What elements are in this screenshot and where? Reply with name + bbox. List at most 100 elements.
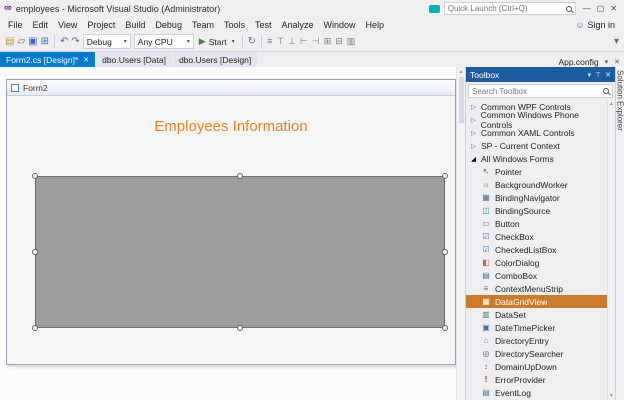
make-same-size-icon[interactable]: ⊞ bbox=[324, 36, 332, 47]
employees-information-label[interactable]: Employees Information bbox=[7, 118, 455, 135]
open-file-icon[interactable]: ▱ bbox=[17, 36, 25, 47]
group-label: All Windows Forms bbox=[481, 153, 554, 164]
minimize-button[interactable]: — bbox=[580, 4, 594, 13]
toolbox-item-label: BindingSource bbox=[495, 205, 551, 216]
save-all-icon[interactable]: ⊞ bbox=[41, 36, 49, 47]
toolbox-item-errorprovider[interactable]: ! ErrorProvider bbox=[466, 373, 607, 386]
save-icon[interactable]: ▣ bbox=[28, 36, 37, 47]
standard-toolbar: ▤ ▱ ▣ ⊞ ↶ ↷ Debug ▾ Any CPU ▾ ▶ Start ▾ … bbox=[0, 32, 624, 52]
toolbox-search-input[interactable] bbox=[472, 86, 603, 96]
active-files-dropdown-icon[interactable]: ▾ bbox=[605, 58, 609, 66]
scrollbar-thumb[interactable] bbox=[458, 77, 464, 123]
search-icon bbox=[565, 5, 572, 12]
form2-designer-window[interactable]: Form2 Employees Information bbox=[6, 79, 456, 365]
menu-view[interactable]: View bbox=[53, 19, 82, 31]
menu-tools[interactable]: Tools bbox=[219, 19, 250, 31]
designer-vertical-scrollbar[interactable]: ▲ bbox=[456, 67, 465, 400]
menu-project[interactable]: Project bbox=[82, 19, 120, 31]
toolbox-vertical-scrollbar[interactable]: ▲ ▼ bbox=[607, 100, 615, 400]
scroll-down-icon[interactable]: ▼ bbox=[609, 393, 614, 399]
toolbox-item-dataset[interactable]: ▥ DataSet bbox=[466, 308, 607, 321]
menu-debug[interactable]: Debug bbox=[150, 19, 187, 31]
new-project-icon[interactable]: ▤ bbox=[5, 36, 14, 47]
align-middles-icon[interactable]: ⊢ bbox=[300, 36, 308, 47]
scroll-up-icon[interactable]: ▲ bbox=[609, 101, 614, 107]
selection-handle[interactable] bbox=[32, 173, 38, 179]
maximize-button[interactable]: ▢ bbox=[594, 4, 608, 13]
tab-form2-design[interactable]: Form2.cs [Design]* ✕ bbox=[0, 52, 96, 67]
start-label: Start bbox=[208, 36, 227, 47]
menu-test[interactable]: Test bbox=[250, 19, 277, 31]
sign-in-button[interactable]: Sign in bbox=[587, 20, 615, 30]
play-icon: ▶ bbox=[198, 36, 206, 46]
size-to-grid-icon[interactable]: ⊟ bbox=[335, 36, 343, 47]
toolbox-group-windows-phone[interactable]: ▷ Common Windows Phone Controls bbox=[466, 110, 607, 130]
menu-analyze[interactable]: Analyze bbox=[277, 19, 319, 31]
tab-dbo-users-data[interactable]: dbo.Users [Data] bbox=[96, 52, 172, 67]
solution-explorer-autohide-tab[interactable]: Solution Explorer bbox=[616, 70, 624, 131]
toolbox-item-eventlog[interactable]: ▤ EventLog bbox=[466, 386, 607, 399]
menu-window[interactable]: Window bbox=[319, 19, 361, 31]
toolbox-item-contextmenustrip[interactable]: ≡ ContextMenuStrip bbox=[466, 282, 607, 295]
toolbox-item-datetimepicker[interactable]: ▣ DateTimePicker bbox=[466, 321, 607, 334]
toolbox-item-button[interactable]: ▭ Button bbox=[466, 217, 607, 230]
feedback-icon[interactable] bbox=[428, 4, 440, 13]
redo-icon[interactable]: ↷ bbox=[71, 36, 79, 47]
selection-handle[interactable] bbox=[442, 173, 448, 179]
toolbox-item-colordialog[interactable]: ◧ ColorDialog bbox=[466, 256, 607, 269]
button-icon: ▭ bbox=[482, 218, 490, 228]
selection-handle[interactable] bbox=[32, 249, 38, 255]
toolbox-item-datagridview[interactable]: ▦ DataGridView bbox=[466, 295, 607, 308]
selection-handle[interactable] bbox=[237, 173, 243, 179]
tab-app-config[interactable]: App.config bbox=[558, 57, 598, 67]
menu-team[interactable]: Team bbox=[187, 19, 219, 31]
align-centers-icon[interactable]: ⊣ bbox=[312, 36, 320, 47]
debug-target-value: Debug bbox=[86, 36, 112, 47]
debug-target-combo[interactable]: Debug ▾ bbox=[82, 34, 131, 49]
toolbox-item-checkbox[interactable]: ☑ CheckBox bbox=[466, 230, 607, 243]
align-bottoms-icon[interactable]: ⊥ bbox=[288, 36, 296, 47]
undo-icon[interactable]: ↶ bbox=[60, 36, 68, 47]
toolbox-group-current-context[interactable]: ▷ SP - Current Context bbox=[466, 139, 607, 152]
vs-logo-icon: ∞ bbox=[4, 2, 12, 14]
close-icon[interactable]: ✕ bbox=[614, 58, 620, 66]
selection-handle[interactable] bbox=[442, 325, 448, 331]
selection-handle[interactable] bbox=[442, 249, 448, 255]
tab-dbo-users-design[interactable]: dbo.Users [Design] bbox=[172, 52, 258, 67]
toolbox-item-directoryentry[interactable]: ⌂ DirectoryEntry bbox=[466, 334, 607, 347]
refresh-icon[interactable]: ↻ bbox=[248, 36, 256, 47]
toolbox-item-combobox[interactable]: ▤ ComboBox bbox=[466, 269, 607, 282]
chevron-down-icon[interactable]: ▾ bbox=[588, 71, 592, 79]
toolbox-item-backgroundworker[interactable]: ☼ BackgroundWorker bbox=[466, 178, 607, 191]
toolbox-item-checkedlistbox[interactable]: ☑ CheckedListBox bbox=[466, 243, 607, 256]
layout-grid-icon[interactable]: ▥ bbox=[347, 36, 356, 47]
toolbox-item-label: ErrorProvider bbox=[495, 374, 546, 385]
platform-combo[interactable]: Any CPU ▾ bbox=[133, 34, 194, 49]
close-icon[interactable]: ✕ bbox=[83, 56, 89, 64]
close-button[interactable]: ✕ bbox=[607, 4, 620, 13]
start-debug-button[interactable]: ▶ Start ▾ bbox=[197, 36, 237, 47]
toolbox-item-directorysearcher[interactable]: ◎ DirectorySearcher bbox=[466, 347, 607, 360]
pin-icon[interactable]: ⊤ bbox=[595, 71, 601, 79]
datagridview-control[interactable] bbox=[32, 173, 448, 331]
checkbox-icon: ☑ bbox=[482, 231, 490, 241]
selection-handle[interactable] bbox=[237, 325, 243, 331]
toolbox-item-domainupdown[interactable]: ↕ DomainUpDown bbox=[466, 360, 607, 373]
toolbox-item-bindingsource[interactable]: ◫ BindingSource bbox=[466, 204, 607, 217]
menu-edit[interactable]: Edit bbox=[28, 19, 54, 31]
toolbox-header[interactable]: Toolbox ▾ ⊤ ✕ bbox=[466, 67, 615, 82]
align-lefts-icon[interactable]: ≡ bbox=[267, 36, 272, 47]
toolbar-options-icon[interactable]: ▾ bbox=[614, 36, 619, 47]
menu-build[interactable]: Build bbox=[120, 19, 150, 31]
form-client-area[interactable]: Employees Information bbox=[7, 96, 455, 363]
selection-handle[interactable] bbox=[32, 325, 38, 331]
align-tops-icon[interactable]: ⊤ bbox=[276, 36, 284, 47]
menu-help[interactable]: Help bbox=[361, 19, 390, 31]
close-icon[interactable]: ✕ bbox=[605, 71, 611, 79]
toolbox-item-bindingnavigator[interactable]: ▦ BindingNavigator bbox=[466, 191, 607, 204]
scroll-up-icon[interactable]: ▲ bbox=[459, 69, 464, 75]
toolbox-item-pointer[interactable]: ↖ Pointer bbox=[466, 165, 607, 178]
menu-file[interactable]: File bbox=[3, 19, 28, 31]
toolbox-group-all-windows-forms[interactable]: ◢ All Windows Forms bbox=[466, 152, 607, 165]
quick-launch-input[interactable] bbox=[447, 4, 566, 13]
